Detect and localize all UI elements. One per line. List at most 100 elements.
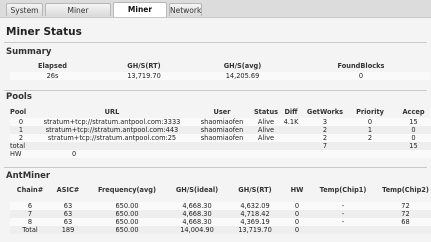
pool-user: shaomiaofen [192, 126, 252, 134]
col-header: Frequency(avg) [97, 186, 157, 194]
empty-cell [280, 142, 302, 150]
col-header: Priority [356, 108, 384, 116]
pool-index: 0 [10, 118, 32, 126]
pool-url: stratum+tcp://stratum.antpool.com:443 [32, 126, 192, 134]
col-header: Status [253, 108, 279, 116]
col-header: Pool [10, 108, 27, 116]
pool-url: stratum+tcp://stratum.antpool.com:3333 [32, 118, 192, 126]
empty-cell [192, 150, 252, 158]
col-header: Elapsed [37, 62, 68, 70]
table-row: 7 63 650.00 4,668.30 4,718.42 0 - 72 [10, 210, 431, 218]
empty-cell [252, 150, 280, 158]
antminer-table: Chain# ASIC# Frequency(avg) GH/S(ideal) … [10, 184, 431, 234]
col-header: Diff [284, 108, 298, 116]
pool-getworks: 2 [302, 126, 348, 134]
tab-system[interactable]: System [6, 3, 43, 16]
col-header: GH/S(avg) [223, 62, 262, 70]
pool-status: Alive [252, 118, 280, 126]
empty-cell [348, 142, 392, 150]
hw-label: HW [10, 150, 32, 158]
pools-title: Pools [6, 92, 32, 102]
antminer-title: AntMiner [6, 171, 51, 181]
table-row-hw: HW 0 [10, 150, 431, 158]
col-header: GH/S(RT) [127, 62, 161, 70]
pool-diff: 4.1K [280, 118, 302, 126]
status-panel: Miner Status Summary Elapsed GH/S(RT) GH… [0, 17, 431, 242]
pool-getworks: 2 [302, 134, 348, 142]
temp-chip1: - [310, 210, 376, 218]
frequency: 650.00 [86, 218, 168, 226]
pool-index: 2 [10, 134, 32, 142]
col-header: FoundBlocks [337, 62, 385, 70]
summary-table: Elapsed GH/S(RT) GH/S(avg) FoundBlocks 2… [10, 60, 430, 80]
empty-cell [348, 150, 392, 158]
pool-user: shaomiaofen [192, 134, 252, 142]
hw: 0 [284, 202, 310, 210]
col-header: GetWorks [306, 108, 344, 116]
ghs-ideal: 4,668.30 [168, 210, 226, 218]
col-header: URL [104, 108, 120, 116]
table-row: 1 stratum+tcp://stratum.antpool.com:443 … [10, 126, 431, 134]
empty-cell [32, 142, 192, 150]
pool-diff [280, 134, 302, 142]
pool-getworks: 3 [302, 118, 348, 126]
table-row: 2 stratum+tcp://stratum.antpool.com:25 s… [10, 134, 431, 142]
table-header-row: Elapsed GH/S(RT) GH/S(avg) FoundBlocks [10, 60, 430, 72]
table-row-total: total 7 15 [10, 142, 431, 150]
pool-status: Alive [252, 134, 280, 142]
total-frequency: 650.00 [86, 226, 168, 234]
col-header: Temp(Chip1) [319, 186, 367, 194]
pool-priority: 2 [348, 134, 392, 142]
ghs-ideal: 4,668.30 [168, 218, 226, 226]
total-asic: 189 [50, 226, 86, 234]
ghs-ideal: 4,668.30 [168, 202, 226, 210]
foundblocks-value: 0 [292, 72, 430, 80]
temp-chip2: 72 [376, 210, 431, 218]
divider [4, 90, 427, 91]
col-header: GH/S(RT) [238, 186, 272, 194]
frequency: 650.00 [86, 202, 168, 210]
empty-cell [280, 150, 302, 158]
hw: 0 [284, 210, 310, 218]
ghs-rt-value: 13,719.70 [95, 72, 193, 80]
empty-cell [252, 142, 280, 150]
asic-count: 63 [50, 218, 86, 226]
ghs-rt: 4,718.42 [226, 210, 284, 218]
tab-miner-configuration[interactable]: Miner Configuration [45, 3, 111, 28]
tab-network[interactable]: Network [169, 3, 202, 16]
pool-priority: 0 [348, 118, 392, 126]
total-accepted: 15 [392, 142, 431, 150]
col-header: User [213, 108, 231, 116]
asic-count: 63 [50, 210, 86, 218]
pool-user: shaomiaofen [192, 118, 252, 126]
ghs-avg-value: 14,205.69 [193, 72, 292, 80]
divider [4, 167, 427, 168]
total-getworks: 7 [302, 142, 348, 150]
pool-index: 1 [10, 126, 32, 134]
col-header: GH/S(ideal) [175, 186, 219, 194]
asic-count: 63 [50, 202, 86, 210]
table-header-row: Pool URL User Status Diff GetWorks Prior… [10, 106, 431, 118]
summary-title: Summary [6, 47, 52, 57]
table-row: 0 stratum+tcp://stratum.antpool.com:3333… [10, 118, 431, 126]
pools-table: Pool URL User Status Diff GetWorks Prior… [10, 106, 431, 158]
col-header: HW [290, 186, 304, 194]
hw: 0 [284, 218, 310, 226]
table-row: 26s 13,719.70 14,205.69 0 [10, 72, 430, 80]
empty-cell [302, 150, 348, 158]
pool-priority: 1 [348, 126, 392, 134]
pool-diff [280, 126, 302, 134]
elapsed-value: 26s [10, 72, 95, 80]
ghs-rt: 4,369.19 [226, 218, 284, 226]
col-header: Accep [402, 108, 425, 116]
total-ghs-ideal: 14,004.90 [168, 226, 226, 234]
total-ghs-rt: 13,719.70 [226, 226, 284, 234]
total-label: Total [10, 226, 50, 234]
chain-id: 6 [10, 202, 50, 210]
temp-chip2: 68 [376, 218, 431, 226]
ghs-rt: 4,632.09 [226, 202, 284, 210]
col-header: Temp(Chip2) [382, 186, 429, 194]
table-row: 6 63 650.00 4,668.30 4,632.09 0 - 72 [10, 202, 431, 210]
tab-miner-status[interactable]: Miner Status [113, 2, 167, 27]
temp-chip1: - [310, 218, 376, 226]
